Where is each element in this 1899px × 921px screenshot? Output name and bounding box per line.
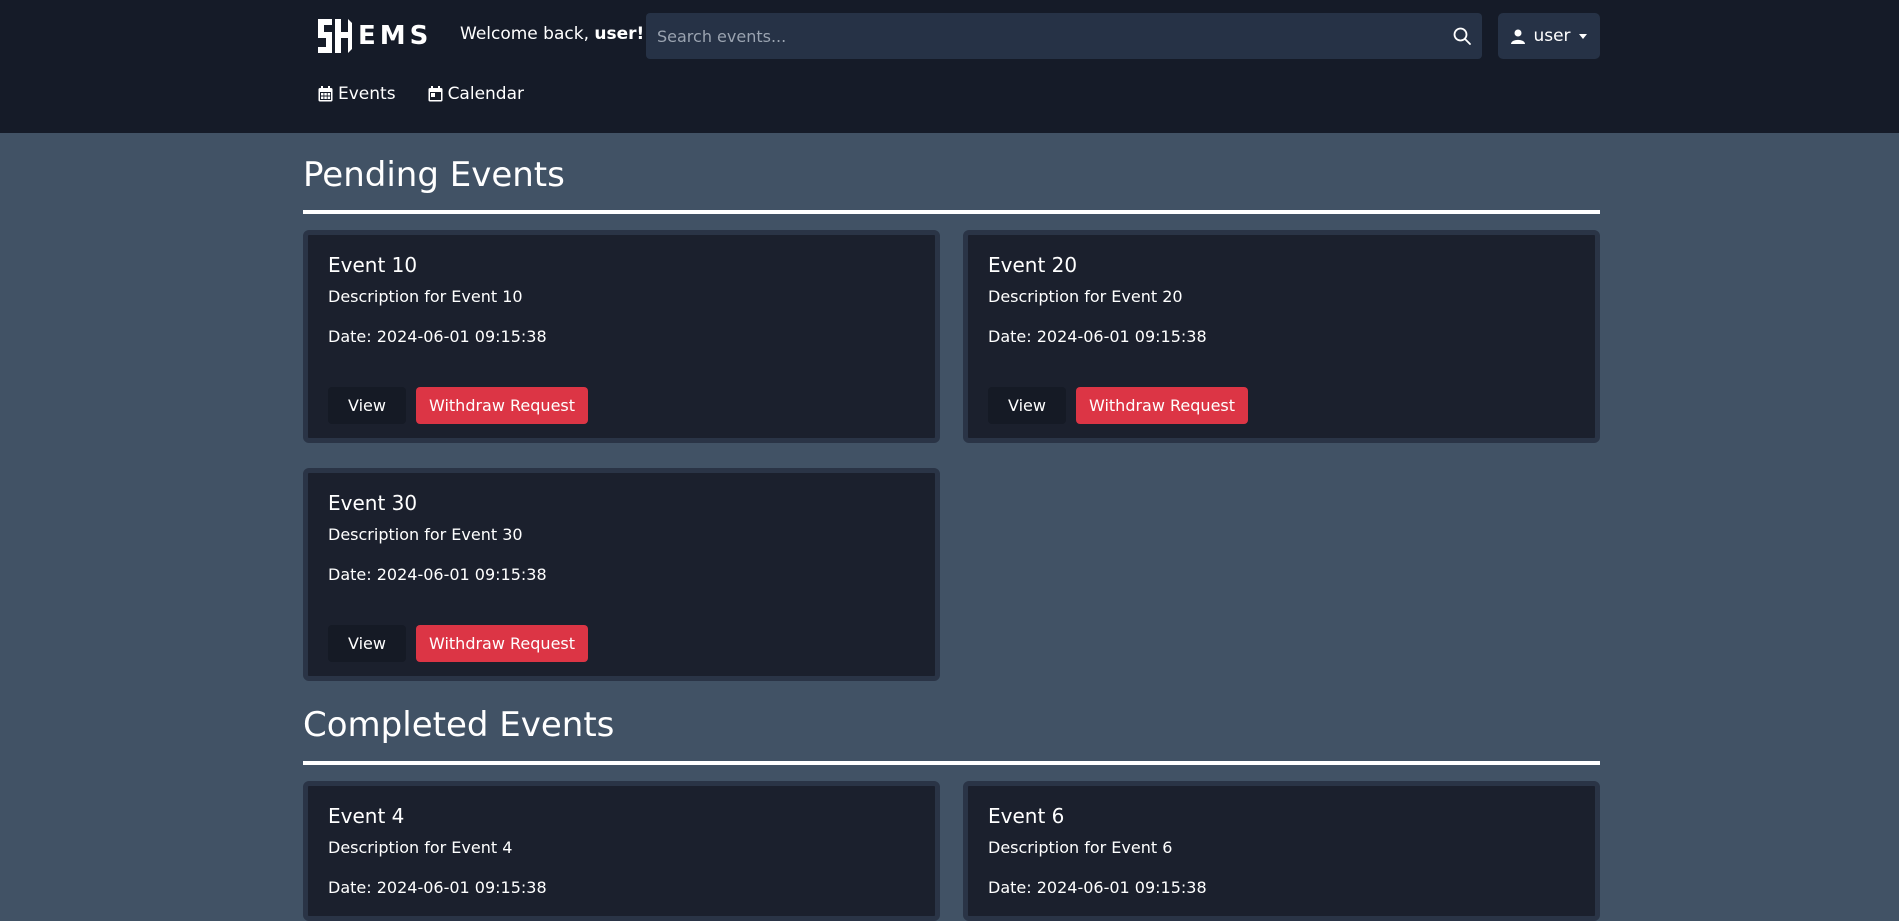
user-icon <box>1511 29 1526 44</box>
completed-events-divider <box>303 761 1600 765</box>
event-description: Description for Event 20 <box>988 287 1183 306</box>
event-description: Description for Event 10 <box>328 287 523 306</box>
nav-item-calendar[interactable]: Calendar <box>428 84 524 104</box>
event-description: Description for Event 4 <box>328 838 513 857</box>
withdraw-request-button[interactable]: Withdraw Request <box>416 625 588 662</box>
nav-item-calendar-label: Calendar <box>447 84 525 104</box>
user-menu-label: user <box>1533 26 1571 46</box>
event-date: Date: 2024-06-01 09:15:38 <box>328 878 547 897</box>
view-button[interactable]: View <box>328 387 406 424</box>
welcome-prefix: Welcome back, <box>460 24 595 44</box>
search-input[interactable] <box>646 13 1482 59</box>
event-card: Event 10 Description for Event 10 Date: … <box>303 230 940 443</box>
search-bar <box>646 13 1482 59</box>
view-button[interactable]: View <box>328 625 406 662</box>
event-date: Date: 2024-06-01 09:15:38 <box>328 327 547 346</box>
nav-item-events[interactable]: Events <box>318 84 396 104</box>
event-date: Date: 2024-06-01 09:15:38 <box>988 878 1207 897</box>
completed-events-heading: Completed Events <box>303 705 615 745</box>
event-title: Event 4 <box>328 804 405 828</box>
welcome-message: Welcome back, user! <box>460 24 644 44</box>
event-card: Event 6 Description for Event 6 Date: 20… <box>963 781 1600 921</box>
logo-text: EMS <box>358 21 433 51</box>
top-navbar: EMS Welcome back, user! user <box>0 0 1899 133</box>
view-button[interactable]: View <box>988 387 1066 424</box>
logo-mark-icon <box>318 19 352 53</box>
brand-logo[interactable]: EMS <box>312 14 432 58</box>
event-title: Event 10 <box>328 253 418 277</box>
withdraw-request-button[interactable]: Withdraw Request <box>416 387 588 424</box>
welcome-username: user! <box>594 24 645 44</box>
event-title: Event 20 <box>988 253 1078 277</box>
nav-item-events-label: Events <box>338 84 396 104</box>
event-date: Date: 2024-06-01 09:15:38 <box>988 327 1207 346</box>
user-menu-button[interactable]: user <box>1498 13 1600 59</box>
event-title: Event 6 <box>988 804 1065 828</box>
event-description: Description for Event 6 <box>988 838 1173 857</box>
calendar-grid-icon <box>318 86 333 102</box>
chevron-down-icon <box>1578 33 1587 39</box>
calendar-day-icon <box>428 86 443 102</box>
event-card: Event 20 Description for Event 20 Date: … <box>963 230 1600 443</box>
search-icon[interactable] <box>1452 26 1472 46</box>
event-card: Event 30 Description for Event 30 Date: … <box>303 468 940 681</box>
main-nav: Events Calendar <box>318 84 524 104</box>
event-title: Event 30 <box>328 491 418 515</box>
event-description: Description for Event 30 <box>328 525 523 544</box>
withdraw-request-button[interactable]: Withdraw Request <box>1076 387 1248 424</box>
pending-events-divider <box>303 210 1600 214</box>
event-date: Date: 2024-06-01 09:15:38 <box>328 565 547 584</box>
pending-events-heading: Pending Events <box>303 155 565 195</box>
event-card: Event 4 Description for Event 4 Date: 20… <box>303 781 940 921</box>
